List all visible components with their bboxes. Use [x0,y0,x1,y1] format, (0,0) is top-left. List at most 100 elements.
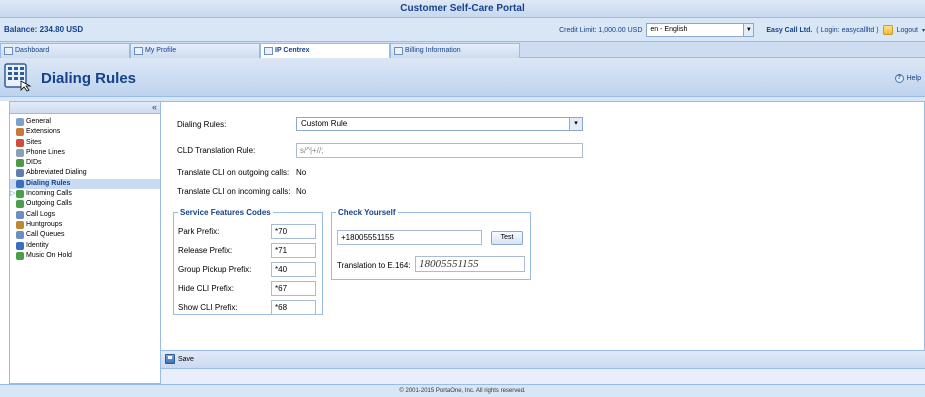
tab-label: Dashboard [15,47,50,54]
park-prefix-label: Park Prefix: [178,227,220,236]
cld-translation-input[interactable]: s/^|+//; [296,143,583,158]
chevron-down-icon: ▼ [743,24,754,36]
incoming-calls-icon [16,190,24,199]
check-yourself-legend: Check Yourself [338,208,396,217]
sites-icon [16,138,24,147]
show-cli-prefix-label: Show CLI Prefix: [178,303,238,312]
music-icon [16,251,24,260]
action-bar: Save [161,350,925,369]
tab-ip-centrex[interactable]: IP Centrex [260,43,390,58]
cli-outgoing-value: No [296,168,307,177]
dids-icon [16,159,24,168]
sidebar-item-label: Extensions [26,128,61,136]
sidebar-item-label: Incoming Calls [26,190,72,198]
show-cli-prefix-input[interactable]: *68 [271,300,316,315]
user-icon [134,47,143,55]
sidebar-item-general[interactable]: General [10,117,160,127]
company-name: Easy Call Ltd. [766,26,813,34]
sidebar-item-label: DIDs [26,159,42,167]
dashboard-icon [4,47,13,55]
service-features-legend: Service Features Codes [180,208,271,217]
main-tabs: Dashboard My Profile IP Centrex Billing … [0,42,925,58]
save-button[interactable]: Save [165,354,194,364]
help-icon: ? [894,74,904,83]
footer-copyright: © 2001-2015 PortaOne, Inc. All rights re… [0,384,925,397]
tab-label: Billing Information [405,47,461,54]
status-bar [161,369,925,385]
sidebar-item-music-on-hold[interactable]: Music On Hold [10,251,160,261]
billing-icon [394,47,403,55]
sidebar-item-label: General [26,118,51,125]
sidebar-tree: General Extensions Sites Phone Lines DID… [10,114,160,261]
sidebar-item-incoming-calls[interactable]: ▷ Incoming Calls [10,189,160,199]
group-pickup-prefix-label: Group Pickup Prefix: [178,265,252,274]
logout-link[interactable]: Logout [897,27,918,34]
sidebar-item-label: Call Queues [26,231,65,239]
abbreviated-dialing-icon [16,169,24,178]
dialpad-icon [4,63,32,92]
gear-icon [16,118,24,126]
cli-incoming-label: Translate CLI on incoming calls: [177,187,291,196]
sidebar-item-label: Abbreviated Dialing [26,169,87,177]
save-label: Save [178,355,194,363]
sidebar-item-extensions[interactable]: Extensions [10,127,160,137]
chevron-down-icon: ▾ [569,118,582,130]
translation-output: 18005551155 [415,256,525,272]
page-header: Dialing Rules ? Help [0,58,925,97]
sidebar-item-huntgroups[interactable]: Huntgroups [10,220,160,230]
release-prefix-label: Release Prefix: [178,246,233,255]
sidebar-item-call-logs[interactable]: Call Logs [10,210,160,220]
account-controls: Credit Limit: 1,000.00 USD en - English … [559,22,925,38]
outgoing-calls-icon [16,200,24,209]
expand-icon[interactable]: ▷ [10,189,15,199]
park-prefix-input[interactable]: *70 [271,224,316,239]
help-label: Help [906,75,921,82]
dialing-rules-select[interactable]: Custom Rule ▾ [296,117,583,131]
sidebar-item-label: Outgoing Calls [26,200,72,208]
dialing-rules-value: Custom Rule [301,119,348,128]
dialpad-icon [16,179,24,188]
page-title: Dialing Rules [41,70,137,87]
translation-label: Translation to E.164: [337,261,411,270]
login-text: ( Login: easycallltd ) [816,26,879,34]
sidebar-item-label: Sites [26,138,42,146]
sidebar-item-call-queues[interactable]: Call Queues [10,230,160,240]
hide-cli-prefix-label: Hide CLI Prefix: [178,284,235,293]
help-link[interactable]: ? Help [894,74,921,83]
cld-translation-label: CLD Translation Rule: [177,146,256,155]
sidebar-item-label: Identity [26,241,49,249]
collapse-icon[interactable]: « [152,103,157,112]
tab-label: IP Centrex [275,47,310,54]
release-prefix-input[interactable]: *71 [271,243,316,258]
sidebar-item-dids[interactable]: DIDs [10,158,160,168]
cli-outgoing-label: Translate CLI on outgoing calls: [177,168,290,177]
sidebar-item-label: Dialing Rules [26,179,71,187]
tab-billing-information[interactable]: Billing Information [390,43,520,58]
account-info-bar: Balance: 234.80 USD Credit Limit: 1,000.… [0,18,925,42]
sidebar-item-label: Phone Lines [26,148,65,156]
language-select[interactable]: en - English ▼ [646,23,755,37]
sidebar-item-outgoing-calls[interactable]: Outgoing Calls [10,199,160,209]
sidebar-item-label: Music On Hold [26,251,72,259]
call-queues-icon [16,231,24,240]
portal-title: Customer Self-Care Portal [0,0,925,18]
tab-dashboard[interactable]: Dashboard [0,43,130,58]
dialing-rules-label: Dialing Rules: [177,120,227,129]
test-button[interactable]: Test [491,231,523,245]
check-number-input[interactable]: +18005551155 [337,230,482,245]
sidebar-item-phone-lines[interactable]: Phone Lines [10,148,160,158]
sidebar-item-sites[interactable]: Sites [10,138,160,148]
hide-cli-prefix-input[interactable]: *67 [271,281,316,296]
sidebar-header: « [10,102,160,114]
group-pickup-prefix-input[interactable]: *40 [271,262,316,277]
extensions-icon [16,128,24,137]
call-logs-icon [16,210,24,219]
sidebar: « General Extensions Sites Phone Lines D… [9,101,161,384]
sidebar-item-abbreviated-dialing[interactable]: Abbreviated Dialing [10,168,160,178]
gear-icon [264,47,273,55]
sidebar-item-identity[interactable]: Identity [10,241,160,251]
sidebar-item-dialing-rules[interactable]: Dialing Rules [10,178,160,190]
logout-icon[interactable] [882,25,893,35]
tab-my-profile[interactable]: My Profile [130,43,260,58]
balance-text: Balance: 234.80 USD [4,25,84,34]
